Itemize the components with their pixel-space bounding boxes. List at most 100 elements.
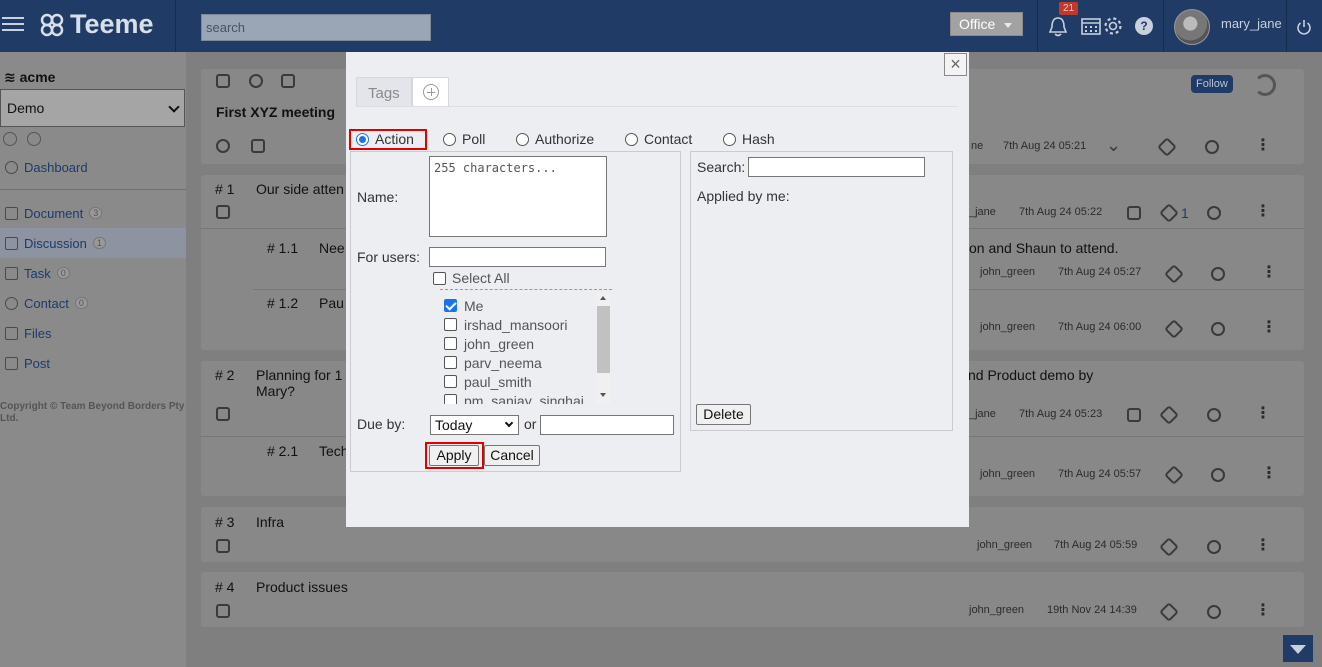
- tag-search-input[interactable]: [748, 157, 925, 177]
- sidebar-item-label: Contact: [24, 295, 69, 311]
- comment-icon[interactable]: [281, 74, 295, 88]
- more-options-icon[interactable]: ⋮: [1255, 403, 1271, 423]
- for-users-input[interactable]: [429, 247, 606, 267]
- add-icon[interactable]: [216, 139, 230, 153]
- checkbox[interactable]: [444, 337, 457, 350]
- link-icon[interactable]: [1205, 140, 1219, 154]
- tab-tags[interactable]: Tags: [356, 77, 412, 107]
- sidebar-item-discussion[interactable]: Discussion 1: [0, 228, 186, 258]
- user-avatar[interactable]: [1174, 9, 1210, 45]
- user-option[interactable]: irshad_mansoori: [442, 315, 612, 334]
- tag-icon[interactable]: [1159, 405, 1179, 425]
- sidebar-item-contact[interactable]: Contact 0: [0, 288, 186, 318]
- more-options-icon[interactable]: ⋮: [1255, 201, 1271, 221]
- radio-contact[interactable]: Contact: [625, 130, 692, 148]
- link-icon[interactable]: [1207, 408, 1221, 422]
- sidebar-item-post[interactable]: Post: [0, 348, 186, 378]
- gear-icon[interactable]: [1103, 16, 1123, 36]
- due-date-input[interactable]: [540, 415, 674, 435]
- more-options-icon[interactable]: ⋮: [1261, 317, 1277, 337]
- help-icon[interactable]: ?: [1135, 17, 1153, 35]
- tag-icon[interactable]: [1157, 137, 1177, 157]
- trash-icon[interactable]: [1127, 206, 1141, 220]
- more-options-icon[interactable]: ⋮: [1261, 262, 1277, 282]
- checkbox[interactable]: [444, 318, 457, 331]
- user-option[interactable]: parv_neema: [442, 353, 612, 372]
- user-option[interactable]: john_green: [442, 334, 612, 353]
- scroll-down-icon[interactable]: [600, 393, 606, 397]
- link-icon[interactable]: [1211, 468, 1225, 482]
- view-icon[interactable]: [27, 132, 41, 146]
- add-space-icon[interactable]: [3, 132, 17, 146]
- checkbox[interactable]: [444, 356, 457, 369]
- checkbox-checked[interactable]: [444, 299, 457, 312]
- refresh-icon[interactable]: [1254, 74, 1276, 96]
- due-by-select[interactable]: Today: [430, 415, 519, 435]
- cancel-button[interactable]: Cancel: [484, 445, 540, 466]
- follow-button[interactable]: Follow: [1191, 75, 1233, 93]
- clock-icon[interactable]: [249, 74, 263, 88]
- tag-icon[interactable]: [1164, 465, 1184, 485]
- tag-icon[interactable]: [1159, 602, 1179, 622]
- sidebar-item-document[interactable]: Document 3: [0, 198, 186, 228]
- sidebar-item-dashboard[interactable]: Dashboard: [0, 152, 186, 182]
- hamburger-menu-icon[interactable]: [2, 13, 24, 35]
- checkbox[interactable]: [433, 271, 446, 285]
- link-icon[interactable]: [1211, 322, 1225, 336]
- sidebar-item-files[interactable]: Files: [0, 318, 186, 348]
- office-dropdown[interactable]: Office: [950, 12, 1023, 36]
- select-all-label: Select All: [452, 270, 510, 286]
- org-name[interactable]: ≋ acme: [4, 69, 55, 86]
- link-icon[interactable]: [1211, 267, 1225, 281]
- delete-button[interactable]: Delete: [696, 404, 751, 425]
- modal-close-button[interactable]: ×: [944, 53, 967, 76]
- more-options-icon[interactable]: ⋮: [1261, 463, 1277, 483]
- username[interactable]: mary_jane: [1221, 16, 1282, 31]
- bell-icon[interactable]: [1048, 16, 1068, 38]
- user-option[interactable]: pm_sanjay_singhai: [442, 391, 612, 404]
- trash-icon[interactable]: [1127, 408, 1141, 422]
- radio-button[interactable]: [625, 132, 638, 146]
- checkbox[interactable]: [444, 375, 457, 388]
- user-option[interactable]: paul_smith: [442, 372, 612, 391]
- scrollbar-thumb[interactable]: [597, 306, 610, 373]
- checkbox[interactable]: [444, 394, 457, 404]
- radio-button[interactable]: [443, 132, 456, 146]
- sidebar-item-label: Document: [24, 205, 84, 221]
- collapse-all-icon[interactable]: ⌄: [1106, 135, 1121, 156]
- link-icon[interactable]: [1207, 540, 1221, 554]
- add-comment-icon[interactable]: [216, 539, 230, 553]
- radio-poll[interactable]: Poll: [443, 130, 485, 148]
- power-icon[interactable]: [1296, 19, 1312, 35]
- select-all-checkbox[interactable]: Select All: [433, 270, 510, 286]
- calendar-icon[interactable]: [1081, 17, 1101, 35]
- radio-button[interactable]: [516, 132, 529, 146]
- more-options-icon[interactable]: ⋮: [1255, 600, 1271, 620]
- sidebar-item-task[interactable]: Task 0: [0, 258, 186, 288]
- app-logo[interactable]: Teeme: [40, 9, 154, 40]
- global-search-input[interactable]: search: [201, 14, 431, 41]
- space-select[interactable]: Demo: [0, 89, 185, 127]
- link-icon[interactable]: [1207, 605, 1221, 619]
- add-comment-icon[interactable]: [216, 407, 230, 421]
- more-options-icon[interactable]: ⋮: [1255, 535, 1271, 555]
- edit-icon[interactable]: [251, 139, 265, 153]
- more-options-icon[interactable]: ⋮: [1255, 135, 1271, 155]
- scroll-up-icon[interactable]: [600, 296, 606, 300]
- name-textarea[interactable]: 255 characters...: [429, 156, 607, 237]
- discussion-icon[interactable]: [216, 74, 230, 88]
- tag-icon[interactable]: [1164, 319, 1184, 339]
- tag-icon[interactable]: [1159, 203, 1179, 223]
- radio-button[interactable]: [723, 132, 736, 146]
- tab-add[interactable]: [411, 77, 449, 107]
- scroll-down-button[interactable]: [1283, 635, 1313, 662]
- user-option[interactable]: Me: [442, 296, 612, 315]
- count-badge: 0: [56, 267, 70, 279]
- radio-hash[interactable]: Hash: [723, 130, 775, 148]
- tag-icon[interactable]: [1159, 537, 1179, 557]
- tag-icon[interactable]: [1164, 264, 1184, 284]
- add-comment-icon[interactable]: [216, 604, 230, 618]
- link-icon[interactable]: [1207, 206, 1221, 220]
- add-comment-icon[interactable]: [216, 205, 230, 219]
- radio-authorize[interactable]: Authorize: [516, 130, 594, 148]
